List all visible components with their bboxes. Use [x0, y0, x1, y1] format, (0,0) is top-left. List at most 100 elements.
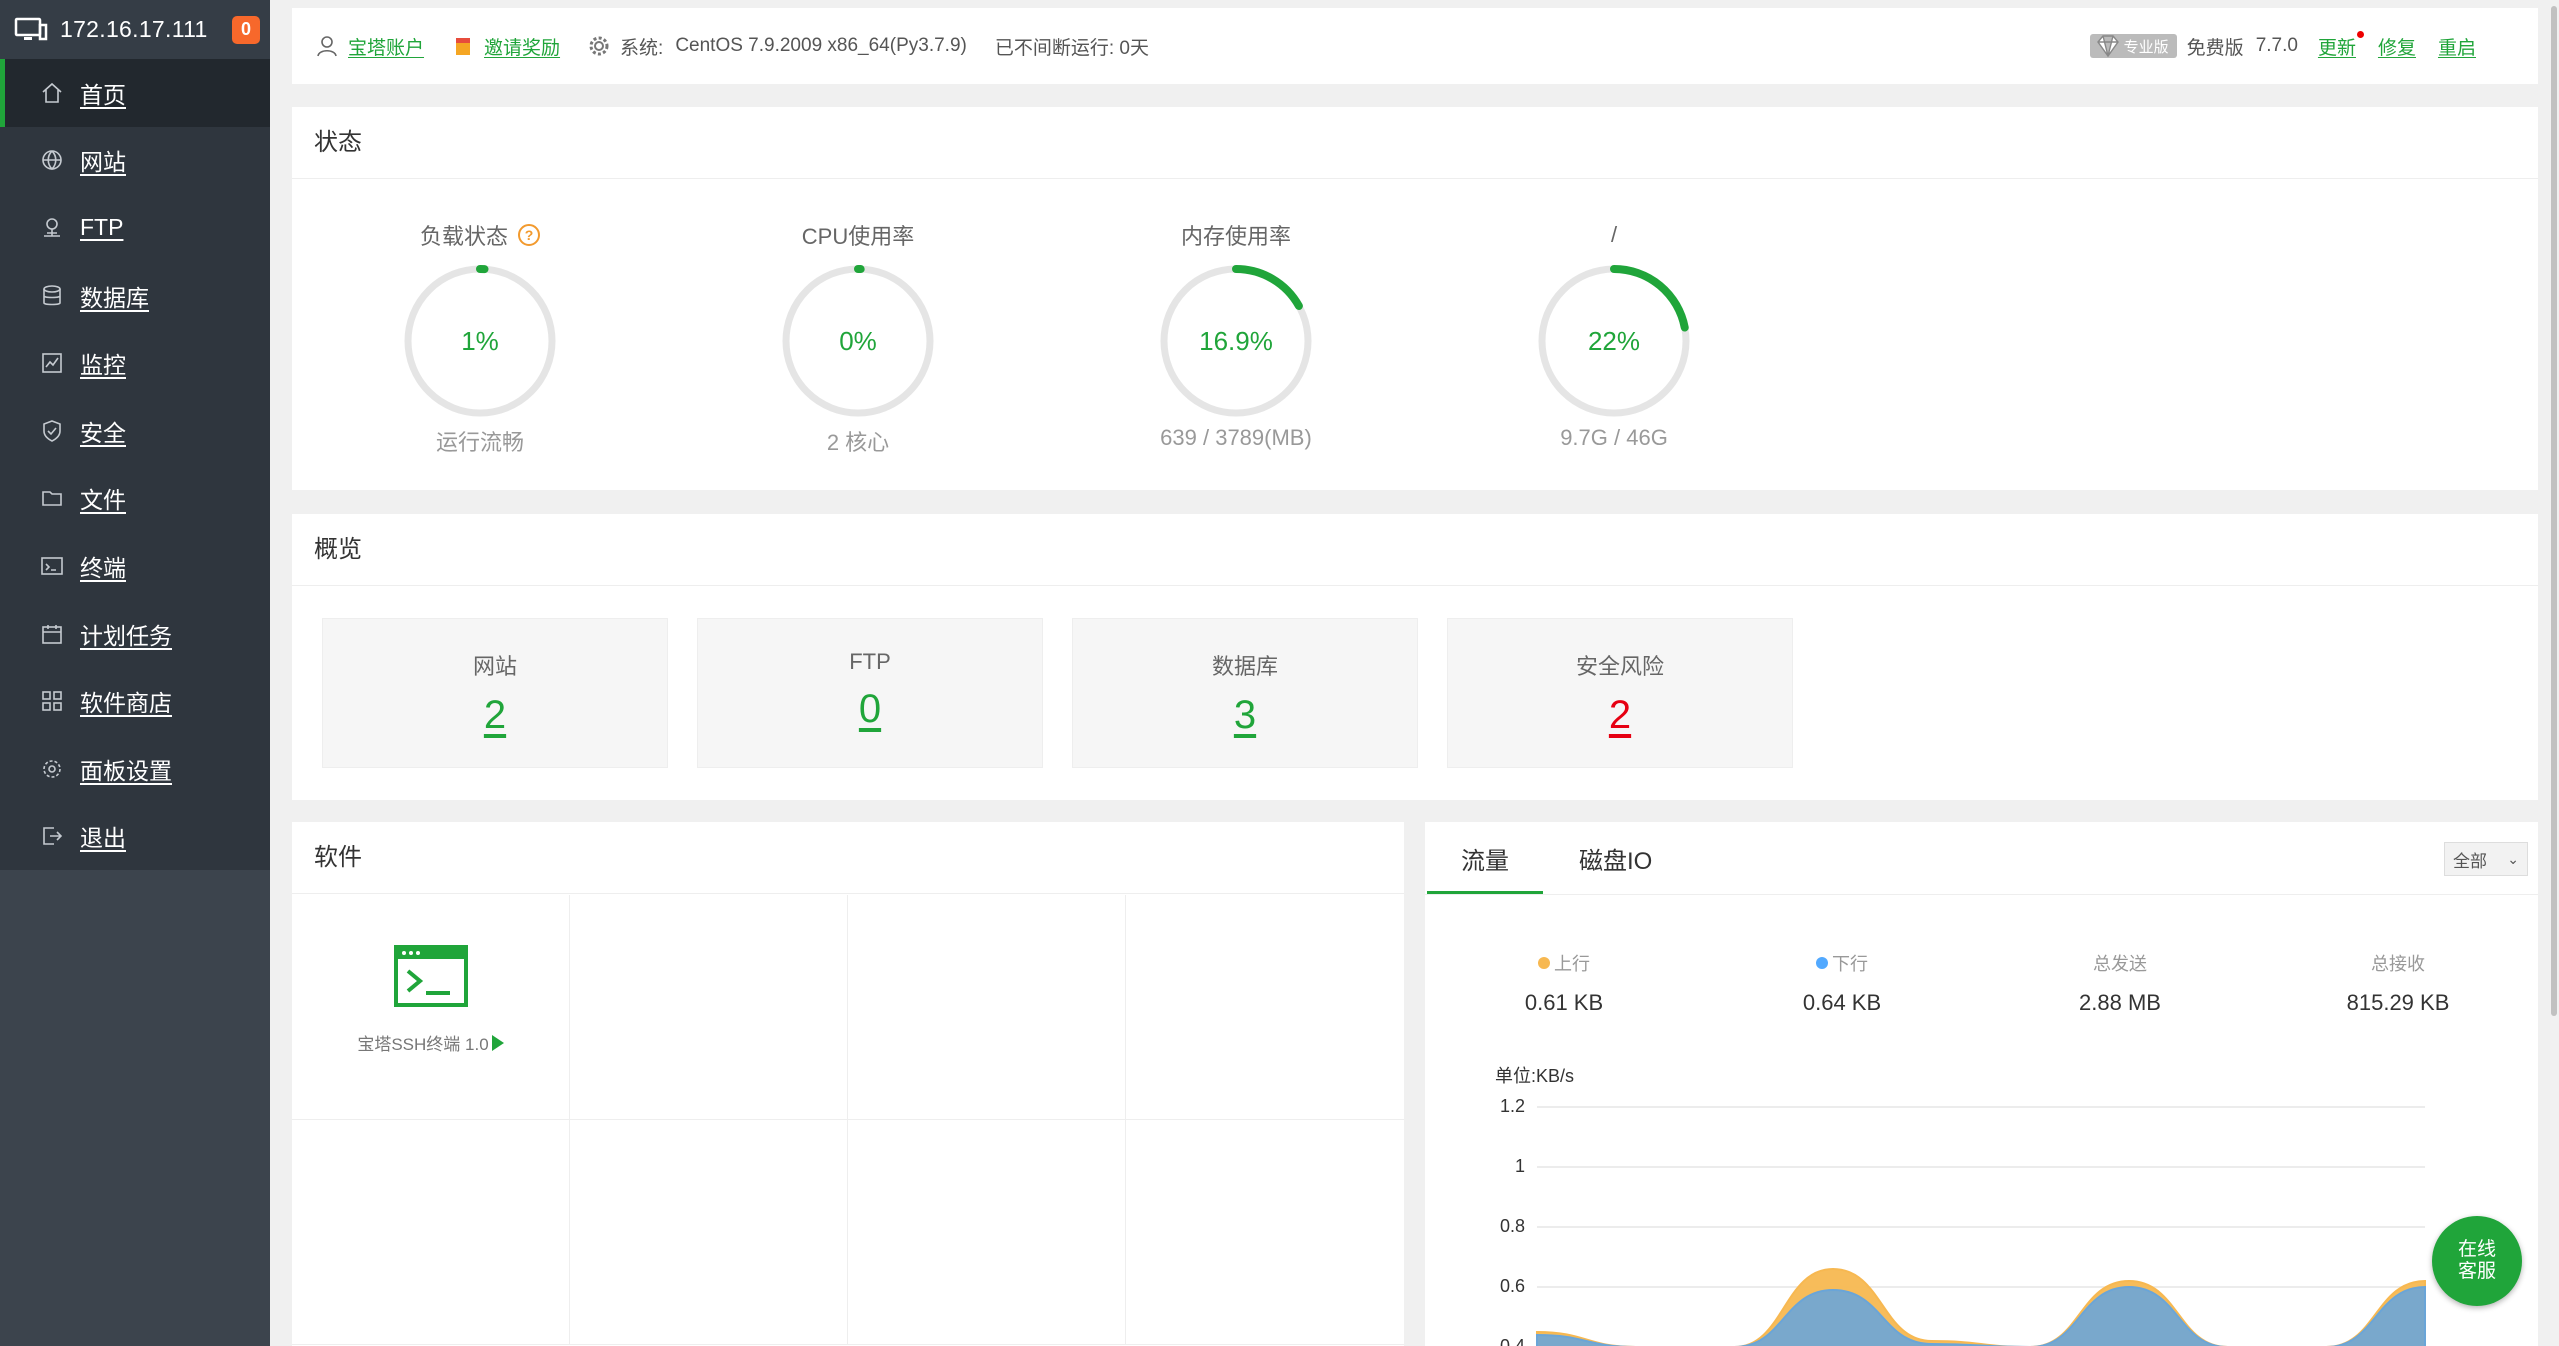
interface-select[interactable]: 全部 ⌄	[2444, 842, 2528, 876]
gauge-value: 16.9%	[1199, 326, 1273, 356]
system-value: CentOS 7.9.2009 x86_64(Py3.7.9)	[675, 35, 967, 56]
stat-download: 下行 0.64 KB	[1742, 950, 1942, 1016]
overview-box-database[interactable]: 数据库 3	[1072, 618, 1418, 768]
sidebar-header: 172.16.17.111 0	[0, 0, 270, 59]
update-link[interactable]: 更新	[2318, 30, 2364, 60]
y-tick-label: 0.4	[1499, 1336, 1525, 1346]
pro-tag[interactable]: 专业版	[2089, 34, 2177, 58]
gauge-ring: 16.9%	[1160, 265, 1312, 417]
system-label: 系统:	[620, 37, 664, 59]
sidebar-item-label: 计划任务	[80, 622, 172, 649]
overview-box-website[interactable]: 网站 2	[322, 618, 668, 768]
traffic-panel: 流量 磁盘IO 全部 ⌄ 上行 0.61 KB 下行 0.64 KB 总发送 2…	[1425, 822, 2538, 1346]
software-slot	[1126, 895, 1404, 1120]
tab-traffic[interactable]: 流量	[1427, 841, 1543, 894]
ftp-icon	[44, 218, 60, 237]
overview-title: 概览	[292, 514, 2538, 586]
monitor-chart-icon	[42, 353, 62, 373]
version-area: 专业版 免费版 7.7.0 更新 修复 重启	[2089, 30, 2498, 60]
chart-unit: 单位:KB/s	[1495, 1066, 1575, 1086]
software-slot	[1126, 1120, 1404, 1345]
uptime: 已不间断运行: 0天	[995, 33, 1149, 60]
software-item-ssh-terminal[interactable]: 宝塔SSH终端 1.0	[292, 895, 570, 1120]
overview-value[interactable]: 2	[484, 693, 506, 738]
sidebar-item-website[interactable]: 网站	[0, 127, 270, 195]
scrollbar-thumb[interactable]	[2551, 6, 2557, 1016]
database-icon	[43, 284, 61, 305]
sidebar-item-home[interactable]: 首页	[0, 59, 270, 127]
help-icon[interactable]: ?	[518, 224, 540, 246]
update-dot	[2356, 30, 2364, 38]
notification-badge[interactable]: 0	[232, 15, 260, 44]
sidebar-item-ftp[interactable]: FTP	[0, 194, 270, 262]
sidebar-item-label: 安全	[80, 419, 126, 446]
invite-link-wrap: 邀请奖励	[452, 33, 560, 60]
gauge-subtitle: 运行流畅	[435, 430, 524, 455]
gauge-subtitle: 2 核心	[826, 430, 890, 455]
gauge[interactable]: / 22% 9.7G / 46G	[1494, 219, 1734, 451]
play-icon[interactable]	[491, 1034, 504, 1051]
restart-link[interactable]: 重启	[2438, 33, 2476, 60]
upload-dot	[1538, 957, 1550, 969]
calendar-icon	[42, 624, 62, 644]
gauge-title: 内存使用率	[1116, 219, 1356, 251]
overview-box-ftp[interactable]: FTP 0	[697, 618, 1043, 768]
stat-label: 总接收	[2371, 954, 2425, 974]
stat-label: 总发送	[2093, 954, 2147, 974]
gauge-title: /	[1494, 219, 1734, 251]
monitor-icon	[14, 17, 48, 40]
y-tick-label: 1	[1514, 1156, 1525, 1176]
overview-label: 安全风险	[1575, 654, 1664, 679]
online-support-button[interactable]: 在线 客服	[2432, 1216, 2522, 1306]
sidebar-item-terminal[interactable]: 终端	[0, 532, 270, 600]
gauge-title: CPU使用率	[738, 219, 978, 251]
traffic-stats: 上行 0.61 KB 下行 0.64 KB 总发送 2.88 MB 总接收 81…	[1425, 950, 2538, 1040]
overview-value[interactable]: 2	[1609, 693, 1631, 738]
software-grid: 宝塔SSH终端 1.0	[292, 895, 1404, 1346]
software-slot	[848, 895, 1126, 1120]
sidebar-item-monitor[interactable]: 监控	[0, 329, 270, 397]
invite-link[interactable]: 邀请奖励	[484, 33, 560, 60]
gauge[interactable]: 负载状态? 1% 运行流畅	[360, 219, 600, 457]
overview-value[interactable]: 3	[1234, 693, 1256, 738]
account-link-wrap: 宝塔账户	[316, 33, 424, 60]
sidebar-item-security[interactable]: 安全	[0, 397, 270, 465]
stat-label: 上行	[1554, 954, 1590, 974]
software-slot	[848, 1120, 1126, 1345]
page-scrollbar[interactable]	[2550, 0, 2559, 1346]
stat-label-wrap: 下行	[1742, 950, 1942, 976]
sidebar-item-cron[interactable]: 计划任务	[0, 600, 270, 668]
stat-label-wrap: 上行	[1464, 950, 1664, 976]
upload-area-series	[1536, 1267, 2426, 1346]
sidebar: 172.16.17.111 0 首页 网站 FTP 数据库 监控 安全 文件 终…	[0, 0, 270, 1346]
chat-line-2: 客服	[2457, 1261, 2496, 1282]
sidebar-menu: 首页 网站 FTP 数据库 监控 安全 文件 终端 计划任务 软件商店 面板设置…	[0, 59, 270, 871]
sidebar-item-store[interactable]: 软件商店	[0, 667, 270, 735]
uptime-text: 已不间断运行: 0天	[994, 37, 1149, 59]
globe-icon	[42, 150, 62, 171]
sidebar-item-logout[interactable]: 退出	[0, 803, 270, 871]
folder-icon	[42, 491, 62, 507]
sidebar-item-settings[interactable]: 面板设置	[0, 735, 270, 803]
terminal-app-icon	[393, 945, 468, 1007]
gauge-value: 22%	[1588, 326, 1640, 356]
gauge[interactable]: CPU使用率 0% 2 核心	[738, 219, 978, 457]
top-bar: 宝塔账户 邀请奖励 系统: CentOS 7.9.2009 x86_64(Py3…	[292, 8, 2538, 84]
account-link[interactable]: 宝塔账户	[348, 33, 424, 60]
overview-label: FTP	[849, 649, 891, 674]
chevron-down-icon: ⌄	[2507, 850, 2519, 867]
overview-box-security-risk[interactable]: 安全风险 2	[1447, 618, 1793, 768]
sidebar-item-files[interactable]: 文件	[0, 465, 270, 533]
pro-tag-label: 专业版	[2123, 38, 2169, 56]
y-tick-label: 0.8	[1499, 1216, 1525, 1236]
software-title: 软件	[292, 822, 1404, 894]
sidebar-item-database[interactable]: 数据库	[0, 262, 270, 330]
gauge[interactable]: 内存使用率 16.9% 639 / 3789(MB)	[1116, 219, 1356, 451]
stat-value: 2.88 MB	[2079, 990, 2161, 1015]
overview-value[interactable]: 0	[859, 687, 881, 732]
status-panel: 状态 负载状态? 1% 运行流畅 CPU使用率 0% 2 核心 内存使用率 16.9% 639 …	[292, 107, 2538, 490]
repair-link[interactable]: 修复	[2378, 33, 2416, 60]
overview-label: 数据库	[1211, 654, 1278, 679]
tab-disk-io[interactable]: 磁盘IO	[1545, 841, 1686, 894]
logout-icon	[43, 827, 63, 846]
